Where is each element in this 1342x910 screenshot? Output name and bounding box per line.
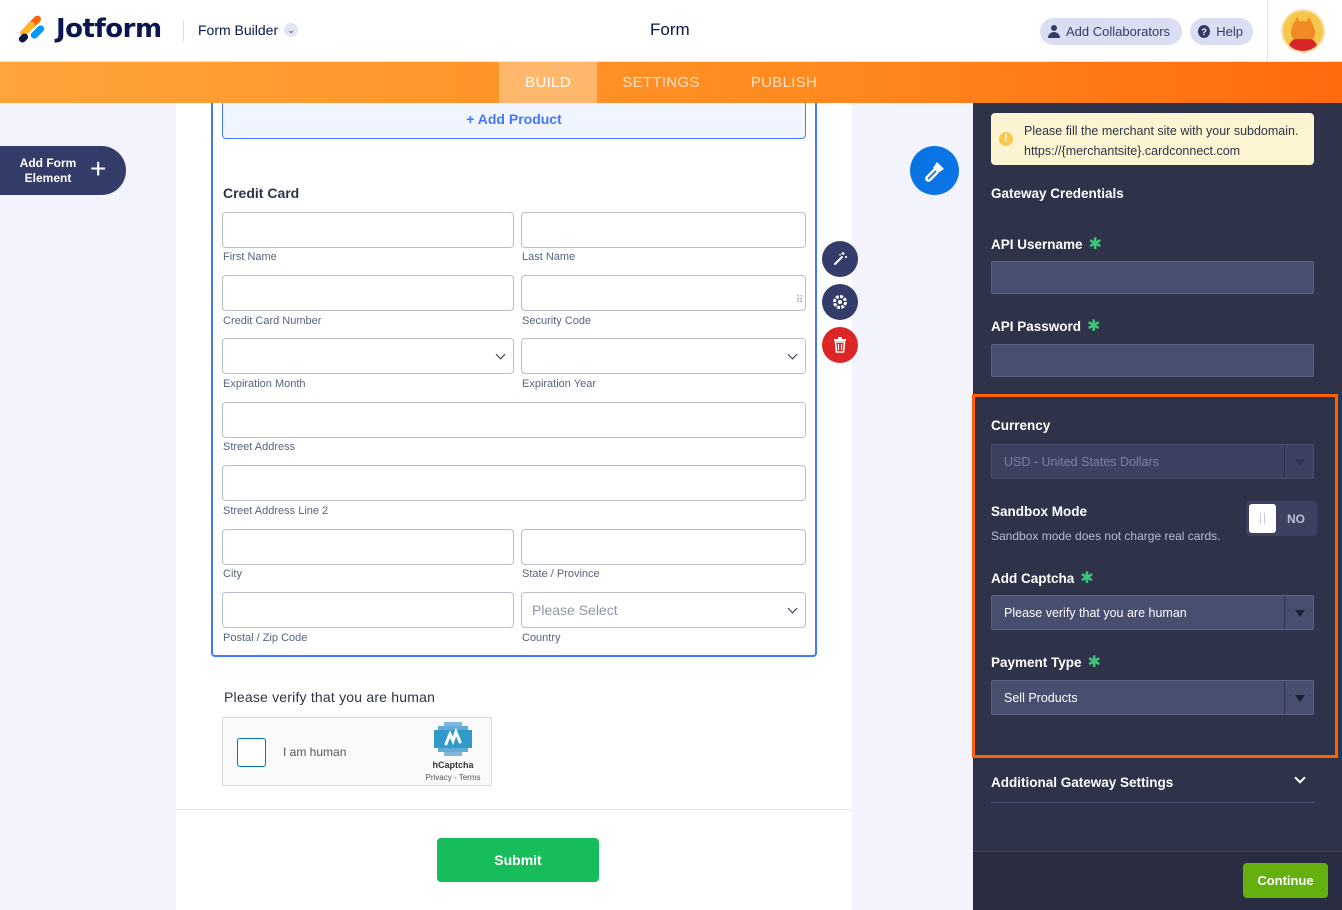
captcha-checkbox[interactable] [237, 738, 266, 767]
jotform-logo[interactable]: Jotform [17, 14, 162, 45]
required-asterisk-icon: ✱ [1087, 318, 1101, 335]
gear-icon[interactable] [822, 284, 858, 320]
api-password-heading: API Password ✱ [991, 316, 1100, 336]
divider [991, 802, 1314, 803]
street-address-label: Street Address [223, 441, 296, 453]
expiration-year-select[interactable] [521, 338, 806, 374]
builder-tabs: BUILD SETTINGS PUBLISH [0, 62, 1342, 103]
security-code-input[interactable] [521, 275, 806, 311]
country-label: Country [522, 632, 561, 644]
magic-wand-icon[interactable] [822, 241, 858, 277]
tab-publish[interactable]: PUBLISH [733, 62, 835, 103]
postal-code-input[interactable] [222, 592, 514, 628]
plus-icon: + [90, 153, 107, 184]
continue-button[interactable]: Continue [1243, 863, 1328, 898]
form-builder-label: Form Builder [198, 22, 279, 38]
api-username-label: API Username [991, 237, 1083, 252]
warning-icon: ! [999, 132, 1013, 146]
brand-name: Jotform [56, 14, 162, 44]
page-title[interactable]: Form [650, 20, 690, 40]
api-username-heading: API Username ✱ [991, 234, 1102, 254]
highlight-box [972, 394, 1338, 758]
api-password-input[interactable] [991, 344, 1314, 377]
trash-icon[interactable] [822, 327, 858, 363]
expiration-month-label: Expiration Month [223, 378, 306, 390]
chevron-down-icon [787, 603, 798, 614]
required-asterisk-icon: ✱ [1088, 236, 1102, 253]
add-form-element-button[interactable]: Add Form Element + [0, 146, 126, 195]
first-name-input[interactable] [222, 212, 514, 248]
country-placeholder: Please Select [532, 602, 618, 618]
street-address-input[interactable] [222, 402, 806, 438]
drag-handle-icon[interactable]: ⠿ [796, 296, 806, 314]
header-divider [1267, 0, 1268, 62]
hcaptcha-brand: hCaptcha [432, 760, 474, 770]
state-label: State / Province [522, 568, 600, 580]
add-collaborators-button[interactable]: Add Collaborators [1040, 18, 1182, 45]
chevron-down-icon: ⌄ [284, 23, 299, 37]
city-input[interactable] [222, 529, 514, 565]
merchant-notice: ! Please fill the merchant site with you… [991, 113, 1314, 165]
postal-code-label: Postal / Zip Code [223, 632, 308, 644]
help-button[interactable]: ? Help [1190, 18, 1253, 45]
header-divider [183, 20, 184, 42]
add-collaborators-label: Add Collaborators [1066, 24, 1171, 39]
chevron-down-icon [787, 349, 798, 360]
tab-settings[interactable]: SETTINGS [606, 62, 716, 103]
paint-roller-icon [924, 161, 944, 182]
jotform-logo-icon [17, 14, 46, 45]
expiration-year-label: Expiration Year [522, 378, 596, 390]
divider [176, 809, 852, 810]
api-username-input[interactable] [991, 261, 1314, 294]
street-address-2-label: Street Address Line 2 [223, 505, 329, 517]
captcha-question-label: Please verify that you are human [224, 689, 436, 705]
hcaptcha-widget: I am human hCaptcha Privacy - Terms [222, 717, 492, 786]
merchant-notice-text: Please fill the merchant site with your … [1024, 124, 1299, 158]
question-icon: ? [1198, 25, 1211, 38]
last-name-label: Last Name [522, 251, 576, 263]
form-designer-button[interactable] [910, 146, 959, 195]
help-label: Help [1216, 24, 1243, 39]
security-code-label: Security Code [522, 315, 592, 327]
card-number-label: Credit Card Number [223, 315, 322, 327]
user-icon [1048, 25, 1060, 38]
top-header: Jotform Form Builder ⌄ Form Add Collabor… [0, 0, 1342, 62]
add-product-button[interactable]: + Add Product [222, 103, 806, 139]
submit-button[interactable]: Submit [437, 838, 599, 882]
tab-build[interactable]: BUILD [499, 62, 597, 103]
city-label: City [223, 568, 242, 580]
street-address-2-input[interactable] [222, 465, 806, 501]
hcaptcha-logo-icon [434, 722, 472, 756]
expiration-month-select[interactable] [222, 338, 514, 374]
captcha-privacy-terms-link[interactable]: Privacy - Terms [419, 773, 487, 782]
additional-gateway-settings-toggle[interactable]: Additional Gateway Settings [991, 775, 1173, 790]
captcha-checkbox-text: I am human [283, 745, 347, 759]
state-input[interactable] [521, 529, 806, 565]
last-name-input[interactable] [521, 212, 806, 248]
credit-card-title: Credit Card [223, 185, 300, 201]
add-form-element-label: Add Form Element [19, 156, 77, 185]
avatar[interactable] [1281, 9, 1325, 53]
first-name-label: First Name [223, 251, 277, 263]
form-builder-dropdown[interactable]: Form Builder ⌄ [198, 22, 299, 38]
country-select[interactable]: Please Select [521, 592, 806, 628]
api-password-label: API Password [991, 319, 1082, 334]
chevron-down-icon [495, 349, 506, 360]
card-number-input[interactable] [222, 275, 514, 311]
gateway-credentials-heading: Gateway Credentials [991, 186, 1124, 201]
